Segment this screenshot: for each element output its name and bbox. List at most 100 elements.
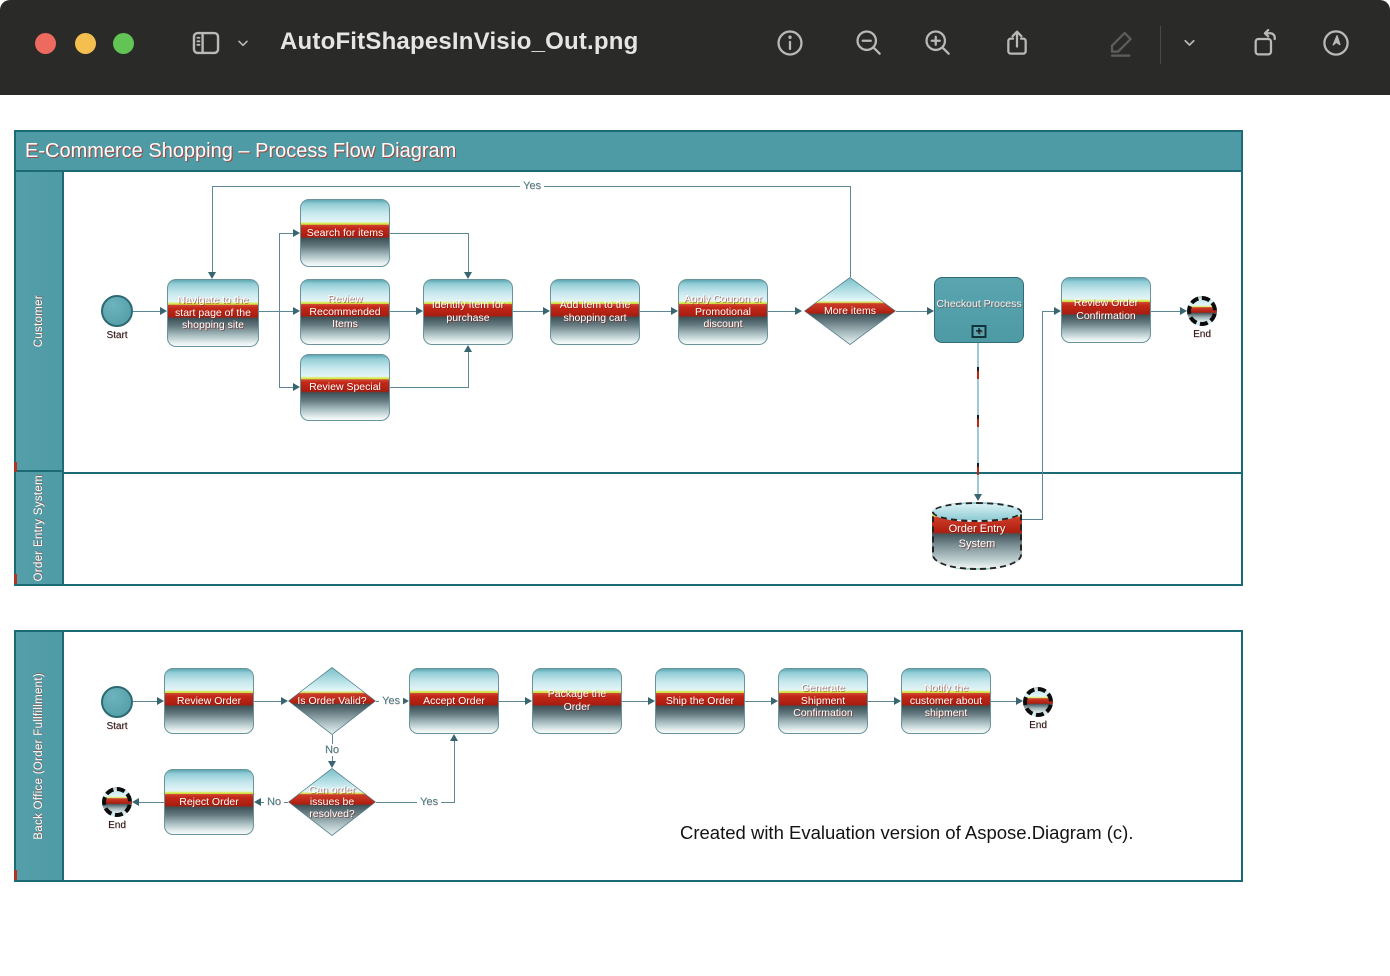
zoom-out-button[interactable] xyxy=(846,22,892,68)
connector-resolve-accept xyxy=(376,802,455,803)
connector-search-identify xyxy=(468,233,469,273)
task-review-special: Review Special xyxy=(300,354,390,421)
lane-customer-label: Customer xyxy=(32,295,47,347)
lane-back-office: Back Office (Order Fullfillment) xyxy=(16,632,64,880)
decision-is-order-valid: Is Order Valid? xyxy=(288,667,376,735)
lane-accent-mark xyxy=(14,574,17,584)
arrowhead xyxy=(543,307,550,315)
task-review-order-confirmation: Review Order Confirmation xyxy=(1061,277,1151,343)
connector-branch-vertical xyxy=(279,233,280,387)
start-event xyxy=(101,686,133,718)
arrowhead xyxy=(1054,307,1061,315)
connector-start-navigate xyxy=(133,311,161,312)
task-generate-shipment-confirmation: Generate Shipment Confirmation xyxy=(778,668,868,734)
lane-order-entry-label: Order Entry System xyxy=(32,475,47,581)
arrowhead xyxy=(293,229,300,237)
sidebar-menu-button[interactable] xyxy=(228,22,258,68)
zoom-in-icon xyxy=(922,27,954,64)
connector-identify-additem xyxy=(513,311,544,312)
connector-datastore-confirmation xyxy=(1042,311,1054,312)
markup-menu-button[interactable] xyxy=(1169,22,1209,68)
diagram-back-office-flow: Back Office (Order Fullfillment) Yes No … xyxy=(14,630,1243,882)
task-search-items: Search for items xyxy=(300,199,390,267)
sidebar-toggle-button[interactable] xyxy=(183,22,229,68)
minimize-button[interactable] xyxy=(75,33,96,54)
pen-nib-circle-icon xyxy=(1320,27,1352,64)
arrowhead xyxy=(160,307,167,315)
arrowhead xyxy=(795,307,802,315)
connector-generate-notify xyxy=(868,701,895,702)
start-event-label: Start xyxy=(94,330,140,341)
connector-navigate-recommended xyxy=(259,311,294,312)
chevron-down-icon xyxy=(235,35,251,56)
arrowhead xyxy=(464,345,472,352)
toolbar-divider xyxy=(1160,26,1161,64)
fullscreen-button[interactable] xyxy=(113,33,134,54)
zoom-out-icon xyxy=(853,27,885,64)
label-yes-resolve: Yes xyxy=(417,796,441,808)
connector-datastore-confirmation xyxy=(1022,519,1043,520)
connector-special-identify xyxy=(468,352,469,387)
cylinder-top xyxy=(932,502,1022,522)
connector-yes-loop xyxy=(212,186,213,272)
task-review-recommended: Review Recommended Items xyxy=(300,279,390,345)
share-icon xyxy=(1001,27,1033,64)
close-button[interactable] xyxy=(35,33,56,54)
lane-accent-mark xyxy=(14,462,17,472)
connector-coupon-moreitems xyxy=(768,311,796,312)
connector-search-identify xyxy=(390,233,468,234)
markup-button[interactable] xyxy=(1099,22,1145,68)
connector-resolve-accept xyxy=(454,741,455,802)
arrowhead xyxy=(208,272,216,279)
arrowhead xyxy=(974,494,982,501)
arrowhead xyxy=(132,798,139,806)
arrowhead xyxy=(1016,697,1023,705)
lane-divider xyxy=(64,472,1241,474)
evaluation-watermark: Created with Evaluation version of Aspos… xyxy=(680,822,1133,844)
lane-back-office-label: Back Office (Order Fullfillment) xyxy=(32,673,47,840)
task-apply-coupon: Apply Coupon or Promotional discount xyxy=(678,279,768,345)
window-titlebar: AutoFitShapesInVisio_Out.png xyxy=(0,0,1390,95)
lane-accent-mark xyxy=(14,870,17,880)
connector-moreitems-checkout xyxy=(896,311,928,312)
connector-notify-end xyxy=(991,701,1017,702)
subprocess-plus-marker: + xyxy=(972,325,987,338)
sidebar-icon xyxy=(189,26,223,65)
task-add-item-cart: Add item to the shopping cart xyxy=(550,279,640,345)
end-event xyxy=(1187,296,1217,326)
chevron-down-icon xyxy=(1181,34,1198,56)
start-event-label: Start xyxy=(94,721,140,732)
connector-package-ship xyxy=(622,701,649,702)
arrowhead xyxy=(771,697,778,705)
info-icon xyxy=(774,27,806,64)
arrowhead xyxy=(293,383,300,391)
share-button[interactable] xyxy=(994,22,1040,68)
task-review-order: Review Order xyxy=(164,668,254,734)
connector-special-identify xyxy=(390,387,469,388)
end-event-label: End xyxy=(1179,329,1225,340)
connector-reject-end xyxy=(139,802,164,803)
connector-yes-loop xyxy=(850,186,851,277)
arrowhead xyxy=(464,272,472,279)
connector-additem-coupon xyxy=(640,311,672,312)
arrowhead xyxy=(1180,307,1187,315)
zoom-in-button[interactable] xyxy=(915,22,961,68)
label-no-resolve: No xyxy=(264,796,284,808)
decision-more-items: More items xyxy=(804,277,896,345)
arrowhead xyxy=(525,697,532,705)
arrowhead xyxy=(416,307,423,315)
start-event xyxy=(101,295,133,327)
connector-recommended-identify xyxy=(390,311,417,312)
annotate-button[interactable] xyxy=(1313,22,1359,68)
markup-pencil-icon xyxy=(1106,27,1138,64)
decision-can-issues-be-resolved: Can order issues be resolved? xyxy=(288,768,376,836)
rotate-left-icon xyxy=(1249,27,1281,64)
end-event-label: End xyxy=(94,820,140,831)
arrowhead xyxy=(648,697,655,705)
rotate-button[interactable] xyxy=(1242,22,1288,68)
connector-checkout-datastore xyxy=(977,343,979,494)
subprocess-checkout: Checkout Process + xyxy=(934,277,1024,343)
info-button[interactable] xyxy=(767,22,813,68)
connector-datastore-confirmation xyxy=(1042,311,1043,519)
arrowhead xyxy=(671,307,678,315)
